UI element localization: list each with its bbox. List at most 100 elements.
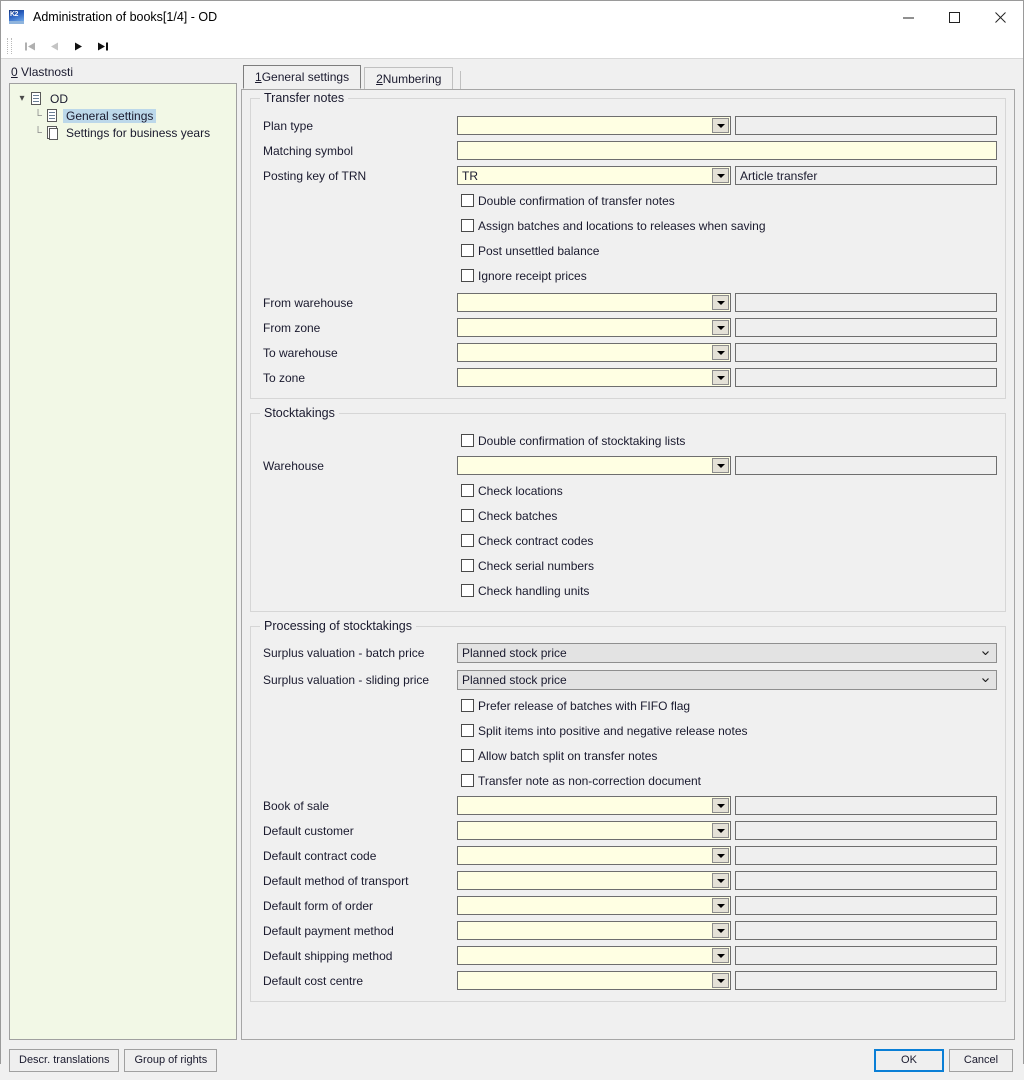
checkbox-row-check-locations[interactable]: Check locations	[259, 478, 997, 503]
checkbox-icon[interactable]	[461, 749, 474, 762]
close-icon[interactable]	[977, 1, 1023, 33]
descr-translations-button[interactable]: Descr. translations	[9, 1048, 120, 1072]
book-of-sale-input[interactable]	[457, 796, 731, 815]
dropdown-arrow-icon[interactable]	[712, 848, 729, 863]
dropdown-arrow-icon[interactable]	[712, 458, 729, 473]
checkbox-row-post-unsettled-balance[interactable]: Post unsettled balance	[259, 238, 997, 263]
book-of-sale-description	[735, 796, 997, 815]
checkbox-icon[interactable]	[461, 484, 474, 497]
toolbar-grip	[7, 38, 12, 54]
minimize-icon[interactable]	[885, 1, 931, 33]
matching-symbol-input[interactable]	[457, 141, 997, 160]
dropdown-arrow-icon[interactable]	[712, 898, 729, 913]
checkbox-icon[interactable]	[461, 699, 474, 712]
surplus-valuation-batch-price-select[interactable]: Planned stock price	[457, 642, 997, 663]
ok-button[interactable]: OK	[874, 1048, 944, 1072]
dropdown-arrow-icon[interactable]	[712, 370, 729, 385]
dropdown-arrow-icon[interactable]	[712, 320, 729, 335]
checkbox-row-split-items[interactable]: Split items into positive and negative r…	[259, 718, 997, 743]
previous-record-icon[interactable]	[42, 35, 66, 57]
dropdown-arrow-icon[interactable]	[712, 118, 729, 133]
from-warehouse-input[interactable]	[457, 293, 731, 312]
field-row-default-form-of-order: Default form of order	[259, 893, 997, 918]
dropdown-arrow-icon[interactable]	[712, 798, 729, 813]
dropdown-arrow-icon[interactable]	[712, 168, 729, 183]
default-contract-code-input[interactable]	[457, 846, 731, 865]
dropdown-arrow-icon[interactable]	[712, 345, 729, 360]
checkbox-icon[interactable]	[461, 509, 474, 522]
tree-item-od[interactable]: ▾ OD	[14, 90, 232, 107]
checkbox-row-double-confirmation-stocktaking[interactable]: Double confirmation of stocktaking lists	[259, 428, 997, 453]
dropdown-arrow-icon[interactable]	[712, 923, 729, 938]
checkbox-row-assign-batches[interactable]: Assign batches and locations to releases…	[259, 213, 997, 238]
next-record-icon[interactable]	[66, 35, 90, 57]
checkbox-icon[interactable]	[461, 244, 474, 257]
properties-tree[interactable]: ▾ OD └ General settings └ Settings for b…	[9, 83, 237, 1040]
tab-general-settings[interactable]: 1 General settings	[243, 65, 362, 89]
field-label: Default customer	[263, 823, 354, 838]
posting-key-description: Article transfer	[735, 166, 997, 185]
first-record-icon[interactable]	[18, 35, 42, 57]
default-method-of-transport-description	[735, 871, 997, 890]
to-warehouse-input[interactable]	[457, 343, 731, 362]
checkbox-row-check-serial-numbers[interactable]: Check serial numbers	[259, 553, 997, 578]
from-warehouse-description	[735, 293, 997, 312]
to-zone-input[interactable]	[457, 368, 731, 387]
checkbox-row-ignore-receipt-prices[interactable]: Ignore receipt prices	[259, 263, 997, 288]
field-label: Default payment method	[263, 923, 394, 938]
default-payment-method-input[interactable]	[457, 921, 731, 940]
checkbox-icon[interactable]	[461, 774, 474, 787]
default-method-of-transport-input[interactable]	[457, 871, 731, 890]
checkbox-row-allow-batch-split[interactable]: Allow batch split on transfer notes	[259, 743, 997, 768]
default-cost-centre-input[interactable]	[457, 971, 731, 990]
chevron-down-icon[interactable]	[982, 677, 989, 682]
checkbox-icon[interactable]	[461, 724, 474, 737]
from-zone-input[interactable]	[457, 318, 731, 337]
field-row-default-payment-method: Default payment method	[259, 918, 997, 943]
checkbox-icon[interactable]	[461, 559, 474, 572]
last-record-icon[interactable]	[90, 35, 114, 57]
checkbox-icon[interactable]	[461, 434, 474, 447]
default-customer-input[interactable]	[457, 821, 731, 840]
group-title: Transfer notes	[260, 91, 349, 105]
checkbox-row-transfer-note-non-correction[interactable]: Transfer note as non-correction document	[259, 768, 997, 793]
tree-item-settings-for-business-years[interactable]: └ Settings for business years	[14, 124, 232, 141]
checkbox-row-check-batches[interactable]: Check batches	[259, 503, 997, 528]
checkbox-row-check-handling-units[interactable]: Check handling units	[259, 578, 997, 603]
lookup-book-of-sale	[457, 796, 997, 815]
checkbox-row-double-confirmation-transfer[interactable]: Double confirmation of transfer notes	[259, 188, 997, 213]
field-row-default-shipping-method: Default shipping method	[259, 943, 997, 968]
dropdown-arrow-icon[interactable]	[712, 295, 729, 310]
tab-numbering[interactable]: 2 Numbering	[364, 67, 454, 89]
checkbox-icon[interactable]	[461, 219, 474, 232]
checkbox-row-check-contract-codes[interactable]: Check contract codes	[259, 528, 997, 553]
tree-item-label: General settings	[63, 108, 157, 123]
cancel-button[interactable]: Cancel	[949, 1048, 1013, 1072]
tab-strip-divider	[460, 71, 462, 89]
posting-key-input[interactable]: TR	[457, 166, 731, 185]
checkbox-icon[interactable]	[461, 584, 474, 597]
chevron-down-icon[interactable]: ▾	[14, 93, 30, 104]
field-label: Warehouse	[263, 458, 324, 473]
surplus-valuation-sliding-price-select[interactable]: Planned stock price	[457, 669, 997, 690]
tree-item-label: OD	[50, 91, 68, 106]
plan-type-input[interactable]	[457, 116, 731, 135]
field-label: Posting key of TRN	[263, 168, 367, 183]
warehouse-input[interactable]	[457, 456, 731, 475]
dropdown-arrow-icon[interactable]	[712, 948, 729, 963]
dropdown-arrow-icon[interactable]	[712, 873, 729, 888]
dropdown-arrow-icon[interactable]	[712, 973, 729, 988]
default-form-of-order-input[interactable]	[457, 896, 731, 915]
checkbox-icon[interactable]	[461, 269, 474, 282]
field-label: Default method of transport	[263, 873, 409, 888]
group-of-rights-button[interactable]: Group of rights	[124, 1048, 218, 1072]
tree-item-general-settings[interactable]: └ General settings	[14, 107, 232, 124]
checkbox-row-prefer-release-fifo[interactable]: Prefer release of batches with FIFO flag	[259, 693, 997, 718]
checkbox-icon[interactable]	[461, 534, 474, 547]
chevron-down-icon[interactable]	[982, 650, 989, 655]
checkbox-icon[interactable]	[461, 194, 474, 207]
dialog-footer: Descr. translations Group of rights OK C…	[1, 1040, 1023, 1080]
dropdown-arrow-icon[interactable]	[712, 823, 729, 838]
maximize-icon[interactable]	[931, 1, 977, 33]
default-shipping-method-input[interactable]	[457, 946, 731, 965]
